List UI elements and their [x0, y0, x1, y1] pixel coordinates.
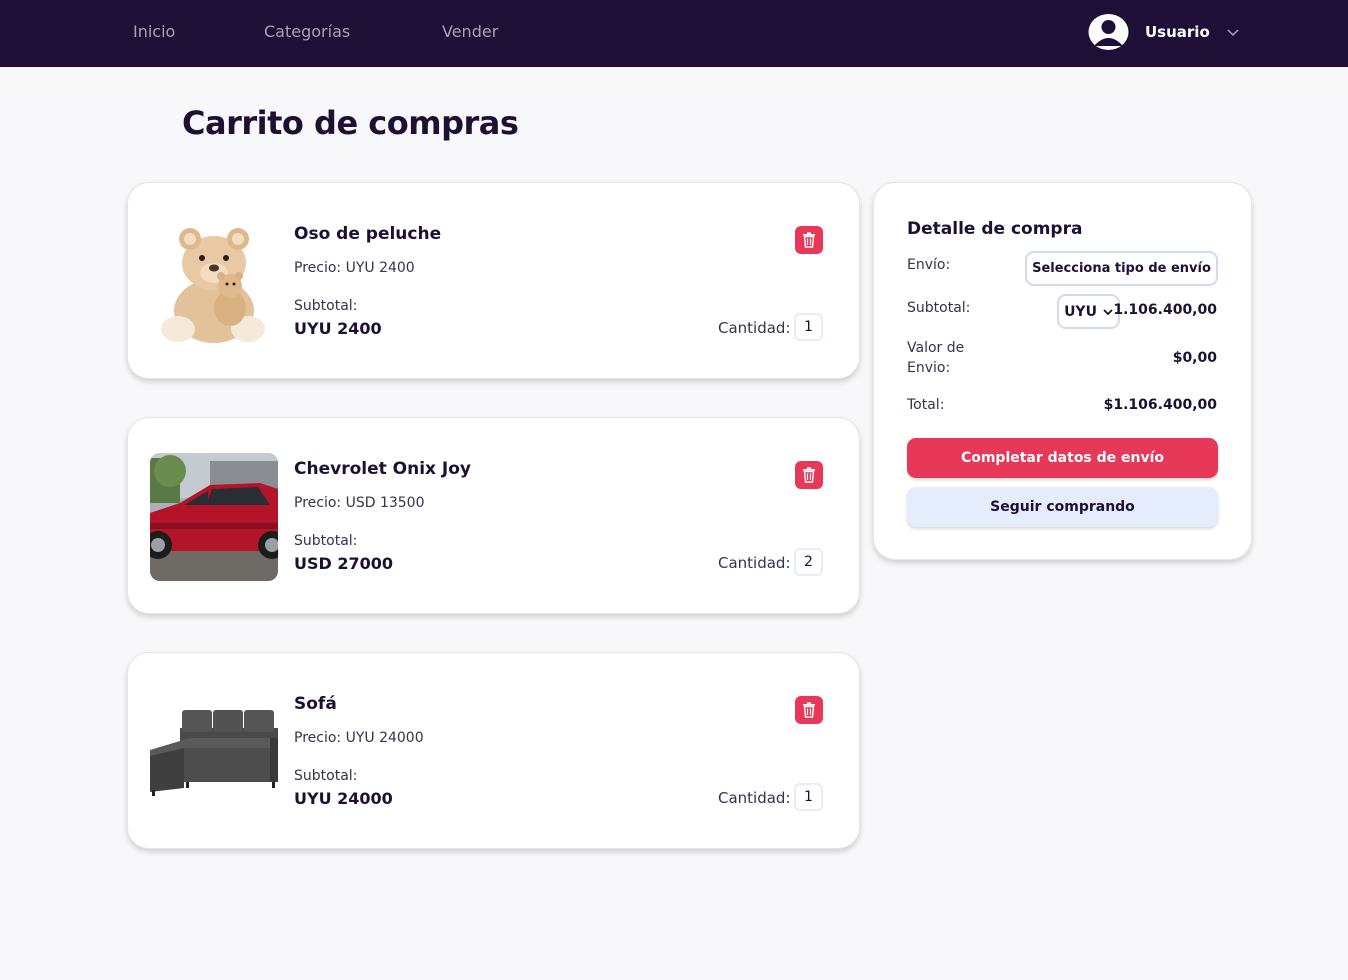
continue-shopping-button[interactable]: Seguir comprando — [907, 487, 1218, 527]
subtotal-label: Subtotal: — [294, 533, 358, 549]
trash-icon — [803, 232, 815, 248]
summary-subtotal-value: 1.106.400,00 — [1113, 302, 1217, 318]
page-title: Carrito de compras — [182, 104, 519, 142]
total-value: $1.106.400,00 — [1103, 397, 1217, 413]
shipping-cost-label: Valor de Envio: — [907, 340, 964, 376]
product-price: Precio: UYU 24000 — [294, 730, 424, 746]
trash-icon — [803, 702, 815, 718]
teddy-bear-image — [150, 218, 278, 346]
delete-button[interactable] — [795, 696, 823, 724]
subtotal-value: UYU 24000 — [294, 789, 393, 808]
shipping-label: Envío: — [907, 257, 951, 273]
product-name: Chevrolet Onix Joy — [294, 459, 472, 479]
shipping-cost-value: $0,00 — [1172, 350, 1217, 366]
nav-link-inicio[interactable]: Inicio — [133, 22, 175, 41]
quantity-label: Cantidad: — [718, 554, 791, 572]
red-car-image — [150, 453, 278, 581]
product-price: Precio: UYU 2400 — [294, 260, 415, 276]
nav-link-vender[interactable]: Vender — [442, 22, 498, 41]
product-price: Precio: USD 13500 — [294, 495, 425, 511]
quantity-input[interactable] — [794, 548, 823, 576]
shipping-type-value: Selecciona tipo de envío — [1032, 261, 1211, 276]
chevron-down-icon — [1227, 29, 1239, 37]
summary-title: Detalle de compra — [907, 219, 1083, 239]
subtotal-label: Subtotal: — [294, 298, 358, 314]
product-name: Oso de peluche — [294, 224, 442, 244]
quantity-label: Cantidad: — [718, 319, 791, 337]
delete-button[interactable] — [795, 461, 823, 489]
quantity-input[interactable] — [794, 313, 823, 341]
trash-icon — [803, 467, 815, 483]
subtotal-value: UYU 2400 — [294, 319, 382, 338]
product-name: Sofá — [294, 694, 337, 714]
total-label: Total: — [907, 397, 945, 413]
quantity-label: Cantidad: — [718, 789, 791, 807]
nav-link-categorias[interactable]: Categorías — [264, 22, 350, 41]
shipping-cost-label-line1: Valor de — [907, 340, 965, 356]
shipping-type-select[interactable]: Selecciona tipo de envío — [1025, 251, 1218, 286]
cart-item: Chevrolet Onix Joy Precio: USD 13500 Sub… — [127, 417, 860, 614]
currency-value: UYU — [1064, 303, 1097, 320]
cart-item: Oso de peluche Precio: UYU 2400 Subtotal… — [127, 182, 860, 379]
currency-select[interactable]: UYU — [1057, 294, 1120, 329]
user-menu[interactable]: Usuario — [1088, 14, 1240, 50]
summary-subtotal-label: Subtotal: — [907, 300, 971, 316]
complete-shipping-button[interactable]: Completar datos de envío — [907, 438, 1218, 478]
cart-item: Sofá Precio: UYU 24000 Subtotal: UYU 240… — [127, 652, 860, 849]
quantity-input[interactable] — [794, 783, 823, 811]
user-avatar-icon — [1088, 14, 1129, 50]
subtotal-label: Subtotal: — [294, 768, 358, 784]
delete-button[interactable] — [795, 226, 823, 254]
purchase-summary: Detalle de compra Envío: Selecciona tipo… — [873, 182, 1252, 560]
shipping-cost-label-line2: Envio: — [907, 360, 951, 376]
top-navbar: Inicio Categorías Vender Usuario — [0, 0, 1348, 67]
subtotal-value: USD 27000 — [294, 554, 394, 573]
chevron-down-icon — [1103, 308, 1113, 315]
user-name: Usuario — [1145, 23, 1210, 41]
gray-sofa-image — [150, 688, 278, 816]
